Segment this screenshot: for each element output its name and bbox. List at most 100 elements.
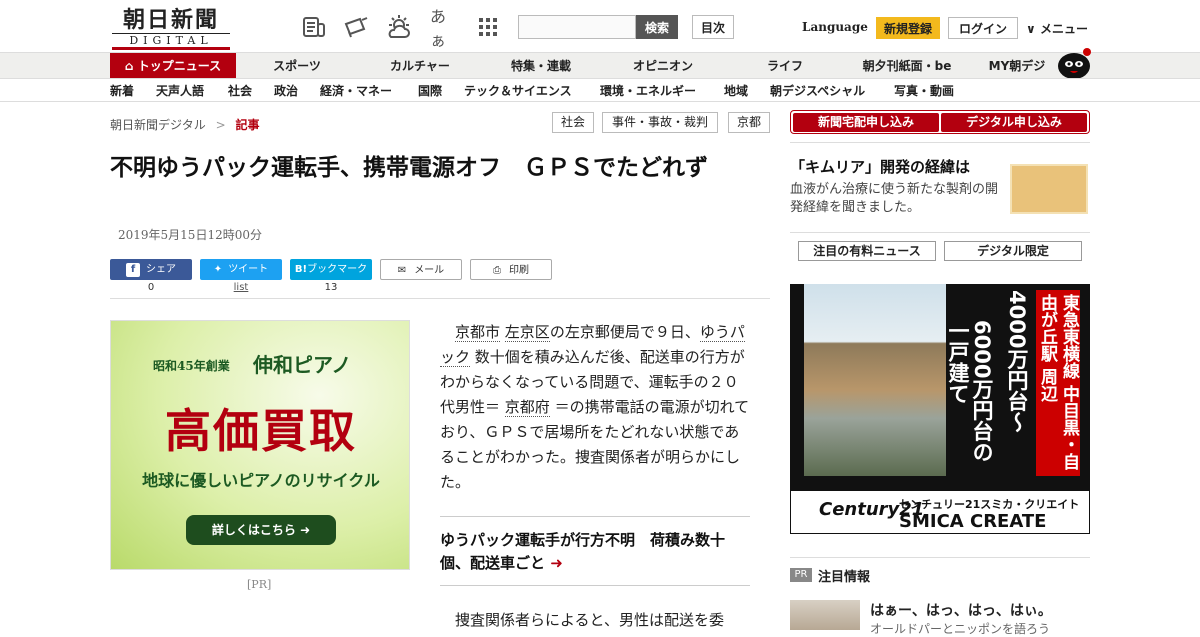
real-estate-ad-banner[interactable]: 東急東横線 中目黒・自由が丘駅 周辺 4000万円台〜 6000万円台の 一戸建… (790, 284, 1090, 534)
nav-item-photo-video[interactable]: 写真・動画 (894, 79, 954, 103)
nav-item-sports[interactable]: スポーツ (262, 53, 332, 79)
nav-item-economy[interactable]: 経済・マネー (320, 79, 392, 103)
twitter-list-link[interactable]: list (200, 282, 282, 293)
font-size-icon[interactable]: あぁ (430, 7, 458, 50)
nav-item-tenseijingo[interactable]: 天声人語 (156, 79, 204, 103)
divider (790, 232, 1090, 233)
related-article-title: ゆうパック運転手が行方不明 荷積み数十個、配送車ごと (440, 531, 726, 572)
house-photo (804, 284, 946, 476)
share-label: 印刷 (509, 265, 529, 276)
divider (790, 142, 1090, 143)
pr-badge: PR (790, 568, 812, 582)
breadcrumb-current: 記事 (235, 118, 260, 132)
hatena-bookmark-button[interactable]: B!ブックマーク (290, 259, 372, 280)
banner-station-text: 東急東横線 中目黒・自由が丘駅 周辺 (1036, 290, 1080, 476)
megaphone-icon[interactable] (342, 14, 370, 40)
nav-item-my-asahi[interactable]: MY朝デジ (982, 53, 1052, 79)
subscription-buttons: 新聞宅配申し込み デジタル申し込み (790, 110, 1090, 134)
arrow-right-icon: ➜ (300, 523, 311, 537)
tab-digital-only[interactable]: デジタル限定 (944, 241, 1082, 261)
tag-kyoto[interactable]: 京都 (728, 112, 770, 133)
hatena-icon: B! (294, 264, 308, 275)
newspaper-icon[interactable] (300, 14, 328, 40)
chevron-down-icon: ∨ (1026, 22, 1036, 36)
logo-text: 朝日新聞 (122, 7, 219, 33)
tag-incidents[interactable]: 事件・事故・裁判 (602, 112, 718, 133)
piano-ad-banner[interactable]: 昭和45年創業 伸和ピアノ 高価買取 地球に優しいピアノのリサイクル 詳しくはこ… (110, 320, 410, 570)
breadcrumb-separator: > (215, 118, 226, 132)
promo-thumbnail[interactable] (1010, 164, 1088, 214)
ad-details-button[interactable]: 詳しくはこちら ➜ (186, 515, 336, 545)
hatena-count: 13 (324, 282, 338, 293)
related-article-link[interactable]: ゆうパック運転手が行方不明 荷積み数十個、配送車ごと ➜ (440, 516, 750, 586)
banner-company-en: SMICA CREATE (899, 511, 1047, 532)
facebook-share-button[interactable]: f シェア (110, 259, 192, 280)
tag-society[interactable]: 社会 (552, 112, 594, 133)
share-label: シェア (146, 264, 176, 275)
mail-share-button[interactable]: ✉ メール (380, 259, 462, 280)
secondary-nav: 新着 天声人語 社会 政治 経済・マネー 国際 テック＆サイエンス 環境・エネル… (0, 78, 1200, 102)
divider (110, 298, 770, 299)
pr-item-title[interactable]: はぁー、はっ、はっ、はぃ。 (870, 600, 1052, 620)
article-paragraph: 捜査関係者らによると、男性は配送を委 (455, 611, 724, 629)
nav-item-culture[interactable]: カルチャー (380, 53, 460, 79)
site-logo[interactable]: 朝日新聞 DIGITAL (112, 7, 230, 50)
search-input[interactable] (518, 15, 636, 39)
menu-label: メニュー (1039, 22, 1088, 36)
share-label: メール (414, 265, 445, 276)
breadcrumb-home[interactable]: 朝日新聞デジタル (110, 118, 206, 132)
nav-item-environment[interactable]: 環境・エネルギー (600, 79, 696, 103)
promo-title[interactable]: 「キムリア」開発の経緯は (790, 156, 970, 177)
login-button[interactable]: ログイン (948, 17, 1018, 39)
mail-icon: ✉ (397, 265, 407, 276)
keyword-link[interactable]: 京都府 (504, 398, 550, 417)
twitter-tweet-button[interactable]: ✦ ツイート (200, 259, 282, 280)
nav-item-newspaper[interactable]: 朝夕刊紙面・be (854, 53, 960, 79)
register-button[interactable]: 新規登録 (876, 17, 940, 39)
ad-subheadline: 地球に優しいピアノのリサイクル (142, 471, 380, 490)
nav-item-latest[interactable]: 新着 (110, 79, 134, 103)
pr-item-thumbnail[interactable] (790, 600, 860, 630)
digital-apply-button[interactable]: デジタル申し込み (941, 113, 1087, 132)
primary-nav: ⌂ トップニュース スポーツ カルチャー 特集・連載 オピニオン ライフ 朝夕刊… (0, 52, 1200, 79)
search-button[interactable]: 検索 (636, 15, 678, 39)
nav-item-international[interactable]: 国際 (418, 79, 442, 103)
index-button[interactable]: 目次 (692, 15, 734, 39)
promo-description: 血液がん治療に使う新たな製剤の開発経緯を聞きました。 (790, 182, 999, 215)
nav-item-life[interactable]: ライフ (756, 53, 814, 79)
banner-company-jp: センチュリー21スミカ・クリエイト (899, 498, 1080, 511)
divider (790, 557, 1090, 558)
twitter-icon: ✦ (213, 264, 223, 275)
site-header: 朝日新聞 DIGITAL あぁ 検索 目次 Language 新規登録 ログイン… (0, 0, 1200, 52)
breadcrumb: 朝日新聞デジタル > 記事 (110, 116, 260, 133)
print-button[interactable]: ⎙ 印刷 (470, 259, 552, 280)
article-paragraph: 京都市 左京区の左京郵便局で９日、ゆうパック 数十個を積み込んだ後、配送車の行方… (440, 320, 750, 495)
pr-label: [PR] (247, 578, 272, 591)
tab-paid-news[interactable]: 注目の有料ニュース (798, 241, 936, 261)
share-label: ツイート (228, 264, 269, 275)
section-heading: 注目情報 (818, 570, 871, 585)
language-link[interactable]: Language (802, 20, 868, 34)
apps-grid-icon[interactable] (474, 14, 502, 40)
nav-item-features[interactable]: 特集・連載 (500, 53, 582, 79)
nav-item-top-news[interactable]: ⌂ トップニュース (110, 53, 236, 79)
weather-icon[interactable] (385, 14, 413, 40)
mascot-icon[interactable] (1052, 44, 1092, 79)
ad-headline: 高価買取 (165, 404, 357, 458)
facebook-icon: f (126, 263, 140, 277)
home-delivery-apply-button[interactable]: 新聞宅配申し込み (793, 113, 939, 132)
nav-item-special[interactable]: 朝デジスペシャル (770, 79, 865, 103)
nav-item-tech-science[interactable]: テック＆サイエンス (464, 79, 572, 103)
article-date: 2019年5月15日12時00分 (118, 228, 262, 242)
nav-item-region[interactable]: 地域 (724, 79, 748, 103)
menu-button[interactable]: ∨ メニュー (1026, 20, 1088, 37)
print-icon: ⎙ (493, 265, 501, 276)
banner-footer: Century21 センチュリー21スミカ・クリエイト SMICA CREATE (790, 490, 1090, 534)
ad-founded: 昭和45年創業 (153, 359, 230, 373)
keyword-link[interactable]: 京都市 (455, 323, 501, 342)
keyword-link[interactable]: 左京区 (504, 323, 550, 342)
nav-item-politics[interactable]: 政治 (274, 79, 298, 103)
nav-item-opinion[interactable]: オピニオン (624, 53, 702, 79)
banner-price-1: 4000万円台〜 (1005, 290, 1029, 433)
nav-item-society[interactable]: 社会 (228, 79, 252, 103)
